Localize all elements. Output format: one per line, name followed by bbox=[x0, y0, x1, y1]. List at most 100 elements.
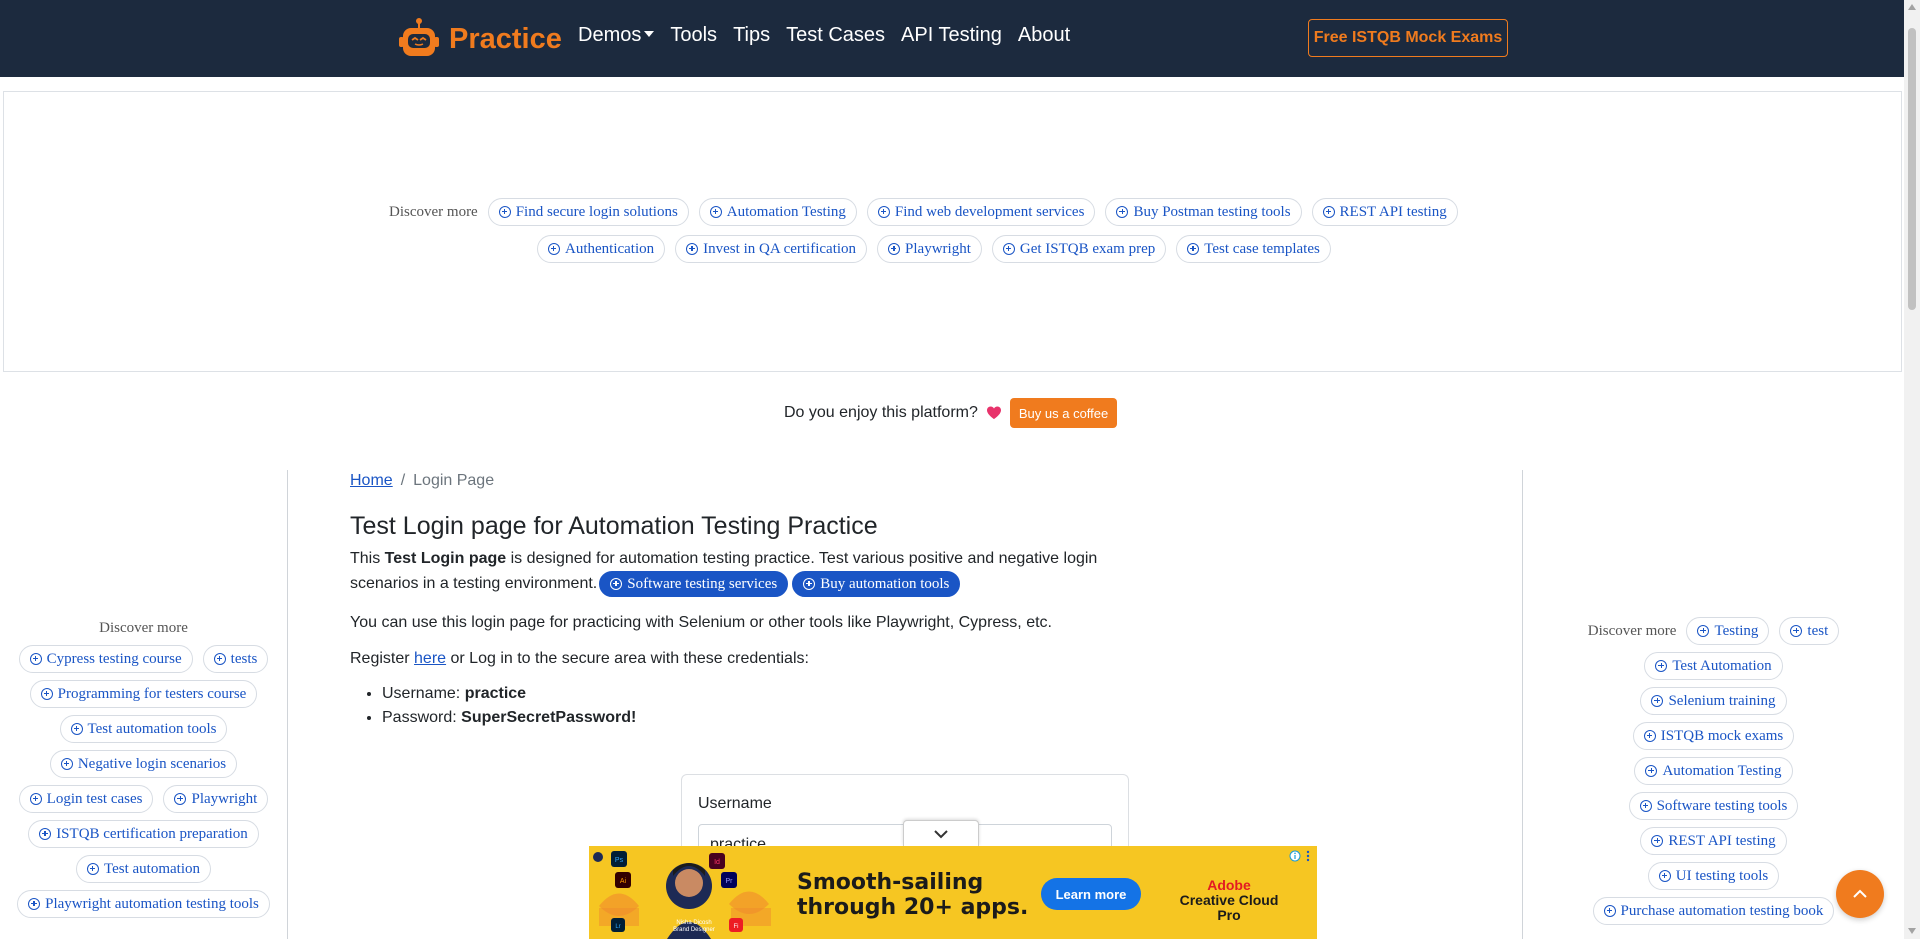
discover-chip[interactable]: Find web development services bbox=[866, 198, 1096, 226]
page-scrollbar[interactable] bbox=[1904, 0, 1920, 939]
nav-test-cases[interactable]: Test Cases bbox=[786, 24, 885, 47]
discover-chip[interactable]: ISTQB certification preparation bbox=[28, 820, 259, 848]
discover-chip[interactable]: Find secure login solutions bbox=[487, 198, 689, 226]
plus-circle-icon bbox=[548, 243, 560, 255]
svg-text:Pr: Pr bbox=[726, 878, 734, 885]
buy-coffee-button[interactable]: Buy us a coffee bbox=[1009, 398, 1118, 428]
plus-circle-icon bbox=[70, 723, 83, 735]
ad-person-caption: Nisha Dicosh Brand Designer bbox=[664, 920, 724, 934]
chip-label: Test automation tools bbox=[87, 720, 217, 737]
breadcrumb-home-link[interactable]: Home bbox=[350, 472, 393, 490]
intro-paragraph: This Test Login page is designed for aut… bbox=[350, 547, 1170, 597]
credential-value: SuperSecretPassword! bbox=[461, 709, 637, 726]
ad-learn-more-button[interactable]: Learn more bbox=[1041, 878, 1141, 910]
discover-chip[interactable]: Buy automation tools bbox=[792, 571, 961, 597]
plus-circle-icon bbox=[1655, 660, 1668, 672]
discover-chip[interactable]: Test case templates bbox=[1176, 235, 1331, 263]
discover-chip[interactable]: ISTQB mock exams bbox=[1632, 722, 1795, 750]
chip-label: Software testing tools bbox=[1656, 797, 1788, 814]
chip-label: Test case templates bbox=[1204, 240, 1320, 257]
username-label: Username bbox=[698, 795, 772, 812]
plus-circle-icon bbox=[1651, 835, 1664, 847]
discover-chip[interactable]: tests bbox=[202, 645, 269, 673]
discover-chip[interactable]: UI testing tools bbox=[1647, 862, 1780, 890]
scroll-down-arrow-icon[interactable] bbox=[1908, 928, 1916, 934]
nav-tips[interactable]: Tips bbox=[733, 24, 770, 47]
scrollbar-thumb[interactable] bbox=[1908, 28, 1916, 310]
chip-label: Buy automation tools bbox=[820, 576, 950, 592]
discover-chip[interactable]: Software testing tools bbox=[1628, 792, 1799, 820]
discover-chip[interactable]: Cypress testing course bbox=[18, 645, 193, 673]
discover-chip[interactable]: Test Automation bbox=[1644, 652, 1783, 680]
sidebar-chip-row: Test automation tools bbox=[0, 715, 287, 743]
discover-chip[interactable]: Automation Testing bbox=[1634, 757, 1793, 785]
sidebar-chip-row: Negative login scenarios bbox=[0, 750, 287, 778]
bottom-ad-banner[interactable]: Ps Ai Id Pr Lr Fi Nisha Dicosh Brand Desi… bbox=[589, 846, 1317, 939]
chevron-down-icon bbox=[934, 829, 948, 838]
back-to-top-button[interactable] bbox=[1836, 870, 1884, 918]
discover-chip[interactable]: Playwright bbox=[877, 235, 982, 263]
nav-links: Demos Tools Tips Test Cases API Testing … bbox=[578, 24, 1070, 47]
sidebar-chip-row: Programming for testers course bbox=[0, 680, 287, 708]
discover-chip[interactable]: Playwright bbox=[163, 785, 269, 813]
discover-chip[interactable]: REST API testing bbox=[1640, 827, 1787, 855]
discover-more-label: Discover more bbox=[1587, 622, 1677, 639]
chip-label: Get ISTQB exam prep bbox=[1019, 240, 1156, 257]
plus-circle-icon bbox=[709, 206, 722, 218]
ad-collapse-toggle[interactable] bbox=[903, 820, 979, 846]
discover-chip[interactable]: Testing bbox=[1686, 617, 1770, 645]
discover-chip[interactable]: test bbox=[1779, 617, 1840, 645]
nav-api-testing[interactable]: API Testing bbox=[901, 24, 1002, 47]
discover-chip[interactable]: Test automation bbox=[75, 855, 211, 883]
nav-about[interactable]: About bbox=[1018, 24, 1070, 47]
nav-tools[interactable]: Tools bbox=[670, 24, 717, 47]
ad-headline-line-2: through 20+ apps. bbox=[797, 895, 1029, 920]
chip-label: Login test cases bbox=[46, 790, 143, 807]
plus-circle-icon bbox=[213, 653, 226, 665]
discover-chip[interactable]: Login test cases bbox=[18, 785, 154, 813]
discover-chip[interactable]: Selenium training bbox=[1640, 687, 1787, 715]
more-options-icon[interactable] bbox=[1305, 850, 1311, 862]
plus-circle-icon bbox=[29, 793, 42, 805]
ad-headline: Smooth-sailing through 20+ apps. bbox=[797, 870, 1028, 920]
plus-circle-icon bbox=[1645, 765, 1658, 777]
discover-chip[interactable]: Authentication bbox=[537, 235, 666, 263]
discover-chip[interactable]: Negative login scenarios bbox=[49, 750, 238, 778]
top-discover-row-1: Discover more Find secure login solution… bbox=[389, 198, 1458, 226]
credential-label: Password: bbox=[382, 709, 462, 726]
nav-demos-dropdown[interactable]: Demos bbox=[578, 24, 655, 47]
plus-circle-icon bbox=[1116, 206, 1129, 218]
plus-circle-icon bbox=[1651, 695, 1664, 707]
discover-chip[interactable]: Automation Testing bbox=[698, 198, 857, 226]
plus-circle-icon bbox=[60, 758, 73, 770]
discover-chip[interactable]: REST API testing bbox=[1311, 198, 1458, 226]
chip-label: Test automation bbox=[103, 860, 200, 877]
brand-home-link[interactable]: Practice bbox=[397, 14, 562, 64]
discover-chip[interactable]: Software testing services bbox=[599, 571, 789, 597]
register-prefix: Register bbox=[350, 650, 415, 667]
discover-chip[interactable]: Test automation tools bbox=[59, 715, 228, 743]
discover-chip[interactable]: Programming for testers course bbox=[29, 680, 258, 708]
plus-circle-icon bbox=[1002, 243, 1015, 255]
register-paragraph: Register here or Log in to the secure ar… bbox=[350, 650, 1170, 668]
sidebar-chip-row: ISTQB certification preparation bbox=[0, 820, 287, 848]
credential-username: Username: practice bbox=[382, 682, 1170, 706]
discover-chip[interactable]: Purchase automation testing book bbox=[1592, 897, 1835, 925]
ad-brand-name: Adobe bbox=[1207, 877, 1251, 893]
plus-circle-icon bbox=[40, 688, 53, 700]
plus-circle-icon bbox=[39, 828, 52, 840]
chip-label: test bbox=[1807, 622, 1829, 639]
chip-label: Software testing services bbox=[627, 576, 778, 592]
info-icon[interactable] bbox=[1289, 850, 1301, 862]
register-link[interactable]: here bbox=[414, 650, 446, 667]
chip-label: Purchase automation testing book bbox=[1620, 902, 1824, 919]
ad-product-name: Creative Cloud Pro bbox=[1179, 892, 1279, 923]
scroll-up-arrow-icon[interactable] bbox=[1908, 4, 1916, 10]
istqb-mock-exams-button[interactable]: Free ISTQB Mock Exams bbox=[1308, 19, 1508, 57]
discover-chip[interactable]: Buy Postman testing tools bbox=[1105, 198, 1302, 226]
discover-chip[interactable]: Playwright automation testing tools bbox=[17, 890, 270, 918]
discover-chip[interactable]: Get ISTQB exam prep bbox=[991, 235, 1167, 263]
plus-circle-icon bbox=[1658, 870, 1671, 882]
brand-name: Practice bbox=[449, 22, 562, 55]
discover-chip[interactable]: Invest in QA certification bbox=[675, 235, 868, 263]
